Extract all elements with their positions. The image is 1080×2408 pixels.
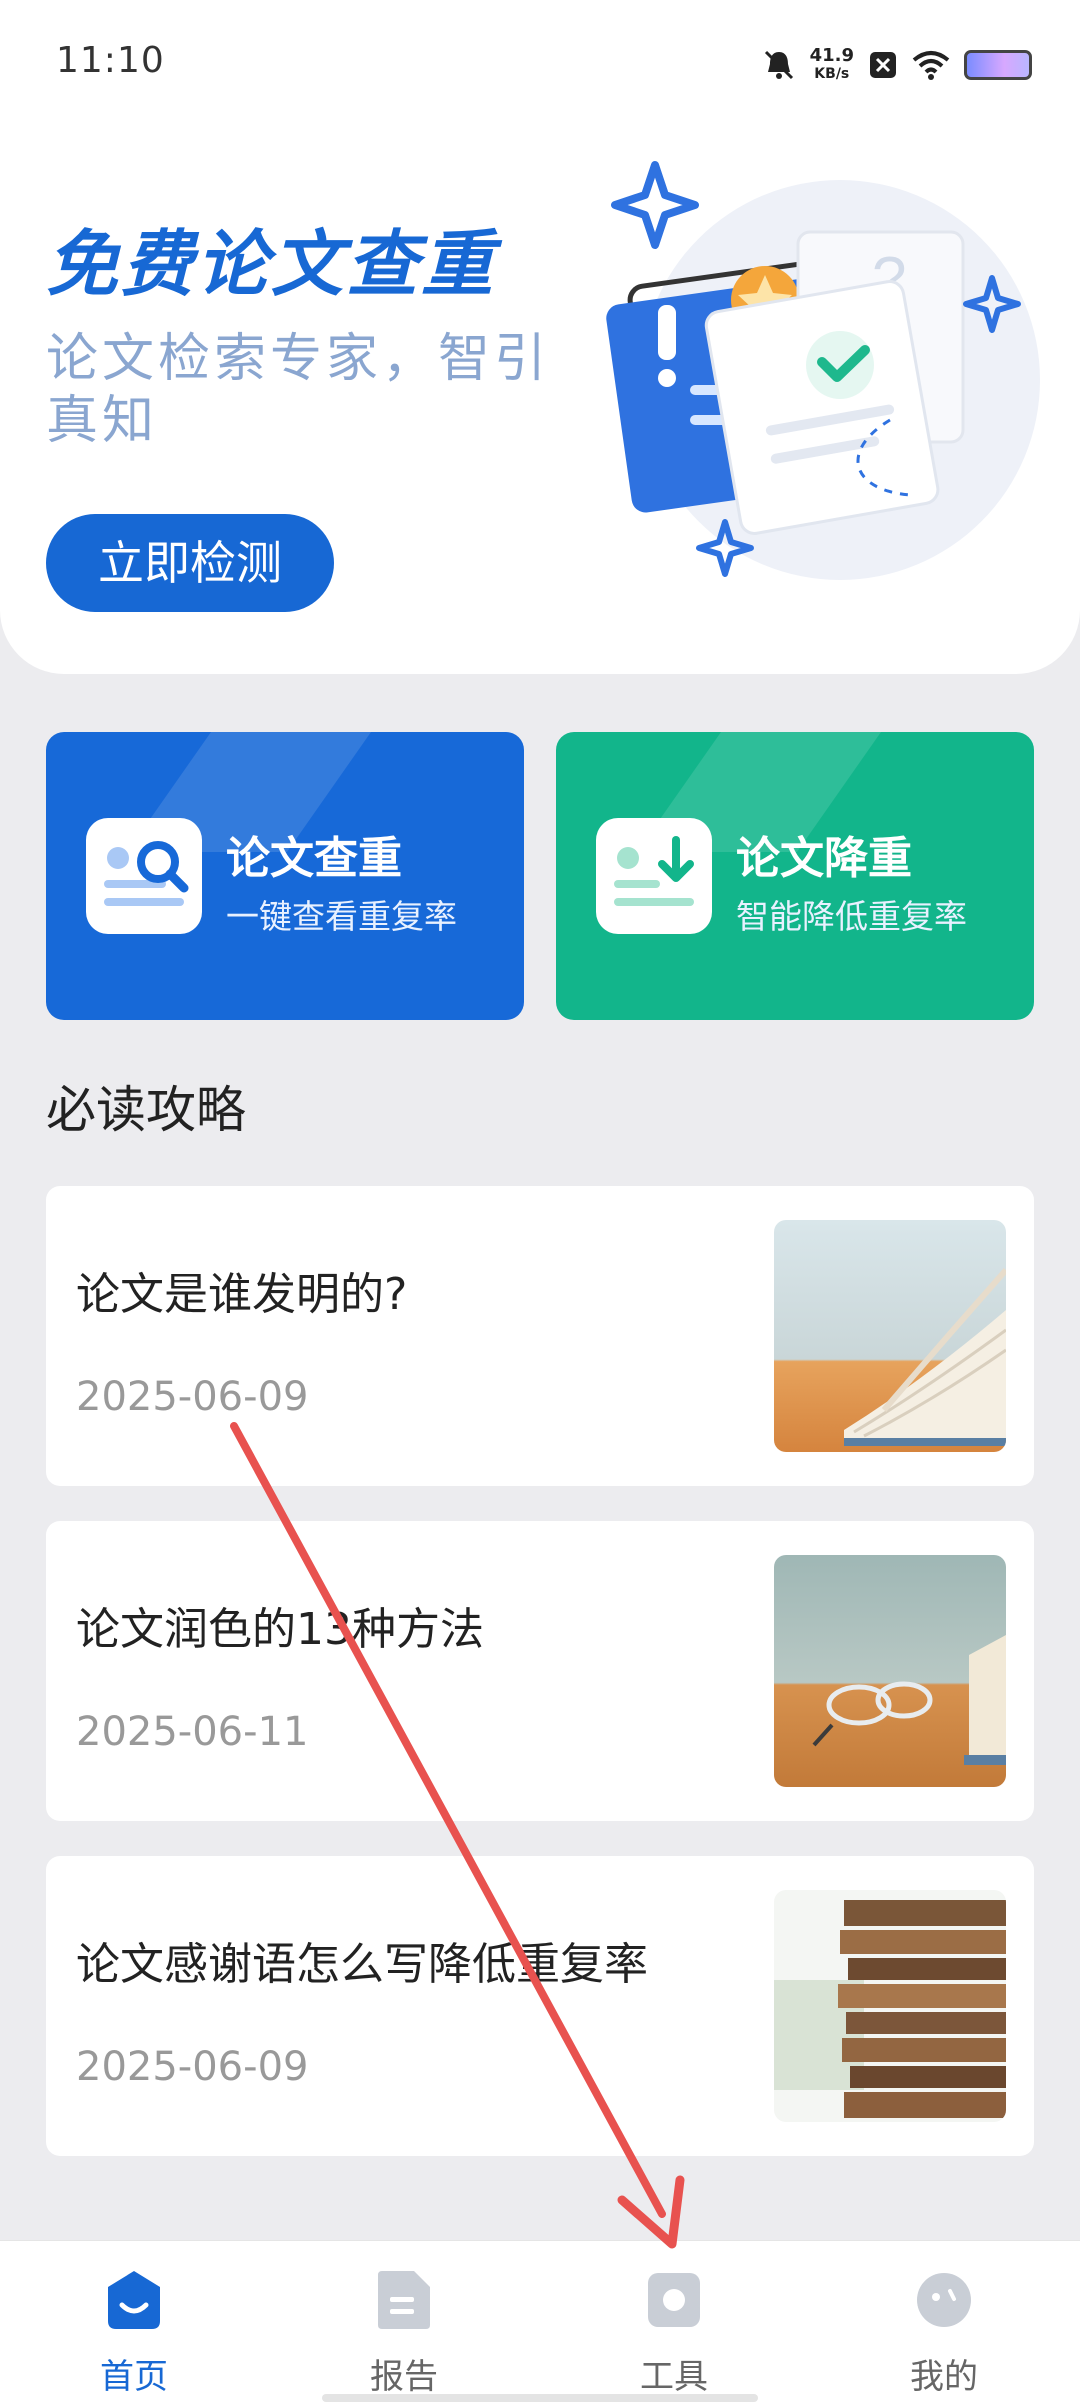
- sim-x-icon: [870, 52, 896, 78]
- home-icon: [108, 2271, 160, 2329]
- article-thumbnail: [774, 1555, 1006, 1787]
- tab-mine[interactable]: 我的: [844, 2269, 1044, 2399]
- bottom-tab-bar: 首页 报告 工具 我的: [0, 2240, 1080, 2408]
- article-title: 论文是谁发明的?: [76, 1269, 408, 1320]
- section-title: 必读攻略: [46, 1081, 246, 1139]
- tools-icon: [648, 2273, 700, 2327]
- feature-subtitle: 一键查看重复率: [226, 897, 457, 936]
- mute-bell-icon: [764, 50, 793, 80]
- home-indicator[interactable]: [322, 2394, 758, 2402]
- article-date: 2025-06-09: [76, 1374, 309, 1420]
- feature-card-rewrite[interactable]: 论文降重 智能降低重复率: [556, 732, 1034, 1020]
- article-card[interactable]: 论文感谢语怎么写降低重复率 2025-06-09: [46, 1856, 1034, 2156]
- profile-icon: [917, 2273, 971, 2327]
- feature-card-plagiarism-check[interactable]: 论文查重 一键查看重复率: [46, 732, 524, 1020]
- tab-home[interactable]: 首页: [34, 2269, 234, 2399]
- report-icon: [378, 2271, 430, 2329]
- speed-unit: KB/s: [814, 66, 850, 82]
- article-thumbnail: [774, 1890, 1006, 2122]
- feature-title: 论文查重: [226, 833, 402, 884]
- tab-label: 我的: [910, 2357, 978, 2397]
- tab-label: 工具: [640, 2357, 708, 2397]
- battery-icon: [964, 50, 1032, 80]
- tab-report[interactable]: 报告: [304, 2269, 504, 2399]
- hero-banner: 免费论文查重 论文检索专家，智引真知 立即检测 ?: [0, 0, 1080, 674]
- speed-value: 41.9: [809, 45, 854, 66]
- hero-title: 免费论文查重: [46, 222, 497, 306]
- search-document-icon: [86, 818, 202, 934]
- feature-title: 论文降重: [736, 833, 912, 884]
- article-date: 2025-06-11: [76, 1709, 309, 1755]
- download-document-icon: [596, 818, 712, 934]
- document-check-illustration: ?: [606, 161, 1040, 580]
- article-date: 2025-06-09: [76, 2044, 309, 2090]
- feature-subtitle: 智能降低重复率: [736, 897, 967, 936]
- network-speed: 41.9 KB/s: [810, 47, 854, 83]
- status-time: 11:10: [56, 40, 165, 81]
- hero-subtitle: 论文检索专家，智引真知: [46, 329, 551, 451]
- detect-now-button[interactable]: 立即检测: [46, 514, 334, 612]
- article-thumbnail: [774, 1220, 1006, 1452]
- article-title: 论文感谢语怎么写降低重复率: [76, 1939, 648, 1990]
- status-icons: 41.9 KB/s: [762, 40, 1032, 90]
- article-card[interactable]: 论文是谁发明的? 2025-06-09: [46, 1186, 1034, 1486]
- tab-label: 报告: [370, 2357, 438, 2397]
- article-title: 论文润色的13种方法: [76, 1604, 484, 1655]
- wifi-icon: [912, 51, 950, 80]
- tab-tools[interactable]: 工具: [574, 2269, 774, 2399]
- tab-label: 首页: [100, 2357, 168, 2397]
- article-card[interactable]: 论文润色的13种方法 2025-06-11: [46, 1521, 1034, 1821]
